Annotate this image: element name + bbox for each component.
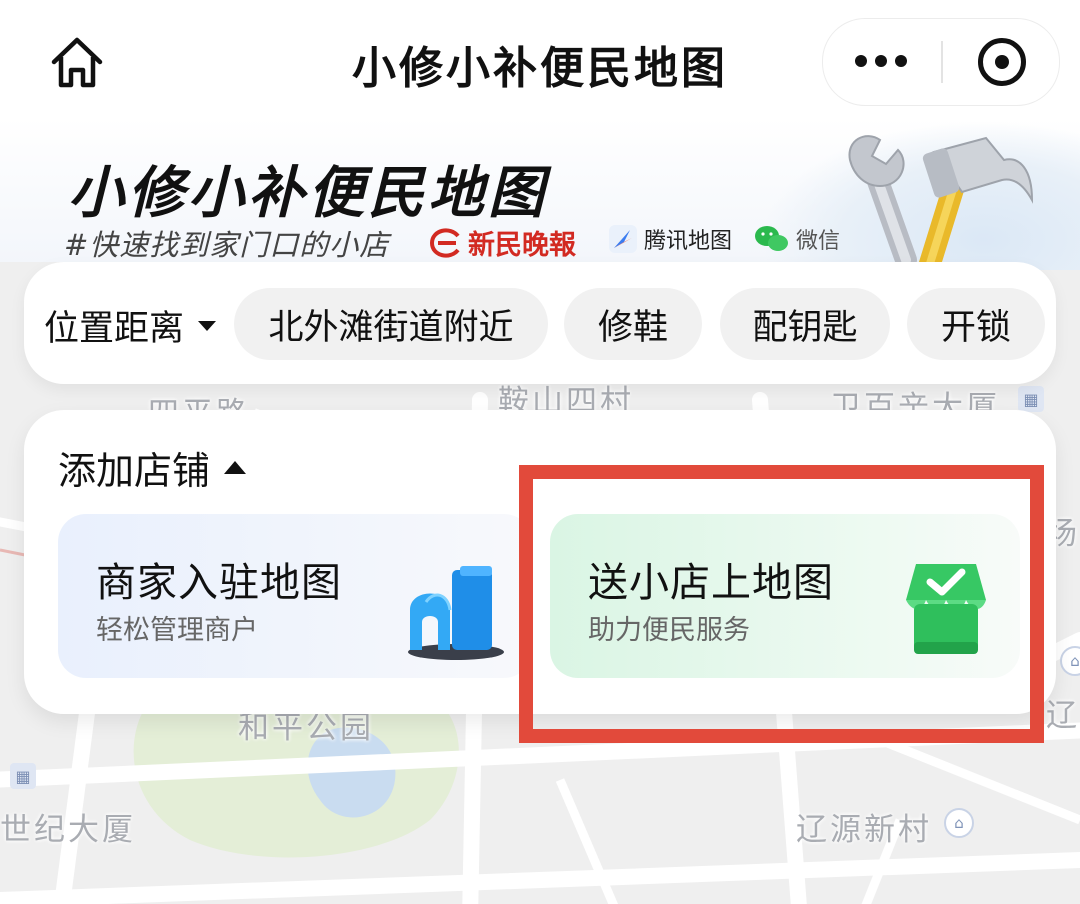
wechat-logo: [755, 226, 788, 251]
caret-down-icon: [198, 320, 217, 331]
map-label: 辽: [1046, 698, 1080, 734]
sort-dropdown[interactable]: 位置距离: [44, 300, 217, 351]
map-label: 世纪大厦: [0, 812, 136, 848]
partner-tencent: 腾讯地图: [608, 223, 732, 255]
close-miniprogram-button[interactable]: [978, 38, 1026, 86]
partner-name: 腾讯地图: [644, 229, 733, 254]
partner-name: 微信: [796, 229, 841, 254]
xinmin-logo: [429, 227, 460, 258]
filter-chip-key-copy[interactable]: 配钥匙: [720, 288, 890, 360]
miniprogram-capsule: [822, 18, 1060, 106]
add-store-title: 添加店铺: [58, 449, 211, 493]
more-dots-icon: [855, 55, 867, 67]
more-button[interactable]: [849, 39, 913, 83]
card-subtitle: 轻松管理商户: [96, 615, 258, 646]
add-store-toggle[interactable]: 添加店铺: [58, 440, 247, 495]
capsule-divider: [941, 41, 943, 83]
filter-bar: 位置距离 北外滩街道附近 修鞋 配钥匙 开锁: [24, 262, 1056, 384]
building-icon: [408, 566, 504, 660]
card-title: 商家入驻地图: [96, 560, 342, 606]
banner-tagline: #快速找到家门口的小店: [64, 228, 390, 262]
partner-name: 新民晚報: [468, 230, 576, 261]
filter-chip-area[interactable]: 北外滩街道附近: [234, 288, 548, 360]
residence-marker-icon: ⌂: [944, 808, 974, 838]
filter-chip-shoe-repair[interactable]: 修鞋: [564, 288, 702, 360]
sort-label: 位置距离: [44, 309, 185, 349]
more-dot: [875, 55, 887, 67]
partner-xinmin: 新民晚報: [428, 223, 576, 262]
wrench-hammer-icon: [848, 135, 1034, 270]
building-marker-icon: ▦: [1018, 386, 1044, 412]
highlight-annotation: [519, 465, 1044, 743]
tencent-map-logo: [609, 225, 637, 253]
record-icon: [995, 55, 1009, 69]
filter-chip-unlock[interactable]: 开锁: [907, 288, 1045, 360]
banner-title: 小修小补便民地图: [68, 161, 548, 226]
more-dot: [895, 55, 907, 67]
caret-up-icon: [224, 461, 247, 474]
partner-wechat: 微信: [754, 223, 840, 255]
merchant-join-card[interactable]: 商家入驻地图 轻松管理商户: [58, 514, 532, 678]
map-label: 辽源新村: [796, 812, 932, 848]
building-marker-icon: ▦: [10, 763, 36, 789]
hero-banner: 小修小补便民地图 小修小补便民地图 #快速找到家门口的小店 新民晚報 腾讯地图: [0, 0, 1080, 270]
